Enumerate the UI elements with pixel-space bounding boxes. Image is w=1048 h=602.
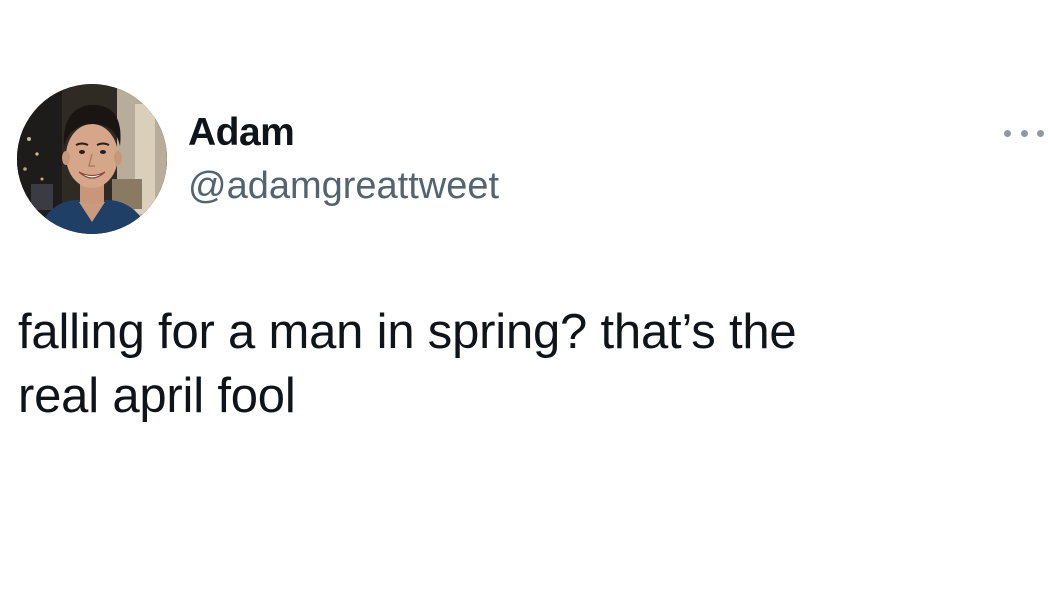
avatar-photo: [17, 84, 167, 234]
more-horizontal-icon-dot: [1037, 129, 1044, 137]
more-options-button[interactable]: [1004, 123, 1044, 143]
tweet-text: falling for a man in spring? that’s the …: [18, 305, 797, 423]
author-handle[interactable]: @adamgreattweet: [188, 162, 499, 210]
tweet-card: Adam @adamgreattweet falling for a man i…: [0, 0, 1048, 602]
author-display-name[interactable]: Adam: [188, 108, 295, 158]
more-horizontal-icon-dot: [1020, 129, 1028, 137]
avatar[interactable]: [17, 84, 167, 234]
more-horizontal-icon: [1004, 129, 1011, 137]
